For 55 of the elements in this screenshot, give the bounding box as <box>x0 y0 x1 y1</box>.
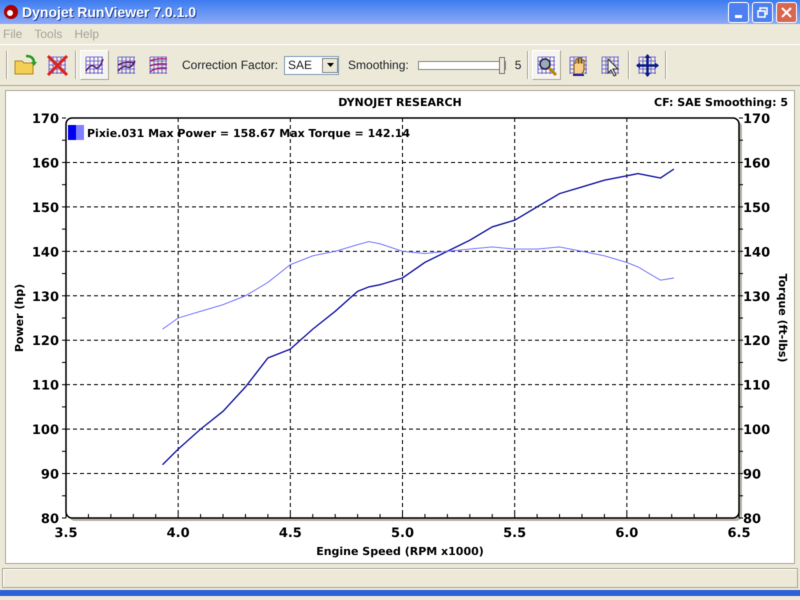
y-tick-label: 110 <box>32 378 59 394</box>
y-tick-label: 120 <box>743 334 770 350</box>
dropdown-arrow-icon <box>326 63 334 67</box>
chart-settings-info: CF: SAE Smoothing: 5 <box>654 96 788 109</box>
close-button[interactable] <box>776 2 797 22</box>
y-tick-label: 130 <box>743 290 770 305</box>
x-tick-label: 3.5 <box>54 526 78 541</box>
y-tick-label: 100 <box>743 423 770 438</box>
y-axis-title: Torque (ft-lbs) <box>776 274 789 362</box>
y-tick-label: 80 <box>743 512 762 527</box>
y-tick-label: 140 <box>743 245 770 260</box>
y-tick-label: 90 <box>743 468 762 483</box>
x-tick-label: 5.5 <box>503 526 526 541</box>
correction-factor-dropdown[interactable]: SAE <box>284 56 340 74</box>
x-tick-label: 6.5 <box>727 526 751 541</box>
move-icon <box>635 52 660 78</box>
minimize-button[interactable] <box>728 2 749 22</box>
y-tick-label: 120 <box>32 334 59 350</box>
x-tick-label: 5.0 <box>390 526 414 541</box>
correction-factor-label: Correction Factor: <box>182 57 278 74</box>
slider-thumb[interactable] <box>498 56 505 74</box>
minimize-icon <box>735 14 742 18</box>
chart-title: DYNOJET RESEARCH <box>338 96 462 109</box>
toolbar-button[interactable] <box>80 50 109 80</box>
y-tick-label: 100 <box>32 423 59 438</box>
y-tick-label: 80 <box>40 512 59 527</box>
smoothing-value: 5 <box>514 57 522 74</box>
y-tick-label: 170 <box>743 112 770 127</box>
close-icon <box>781 6 792 18</box>
y-tick-label: 150 <box>32 200 59 216</box>
app-icon <box>3 4 19 20</box>
menu-item[interactable]: File <box>3 25 22 43</box>
menu-item[interactable]: Help <box>74 25 100 43</box>
y-tick-label: 160 <box>32 156 59 172</box>
menu-item[interactable]: Tools <box>34 25 62 43</box>
x-tick-label: 4.5 <box>278 526 302 541</box>
y-tick-label: 130 <box>32 290 59 305</box>
y-tick-label: 170 <box>32 112 59 127</box>
y-tick-label: 150 <box>743 200 770 216</box>
window-title: Dynojet RunViewer 7.0.1.0 <box>22 2 196 22</box>
y-axis-title: Power (hp) <box>13 284 26 352</box>
y-tick-label: 160 <box>743 156 770 172</box>
y-tick-label: 140 <box>32 245 59 260</box>
restore-button[interactable] <box>752 2 773 22</box>
y-tick-label: 110 <box>743 378 770 394</box>
y-tick-label: 90 <box>40 468 59 483</box>
toolbar-button[interactable] <box>532 50 562 80</box>
legend-label: Pixie.031 Max Power = 158.67 Max Torque = 142.14 <box>87 127 410 140</box>
smoothing-label: Smoothing: <box>348 57 409 74</box>
open-folder-icon <box>13 52 38 78</box>
restore-icon <box>757 6 768 18</box>
x-axis-title: Engine Speed (RPM x1000) <box>316 545 484 558</box>
x-tick-label: 6.0 <box>615 526 638 541</box>
delete-graph-icon <box>45 52 70 78</box>
x-tick-label: 4.0 <box>166 526 190 541</box>
